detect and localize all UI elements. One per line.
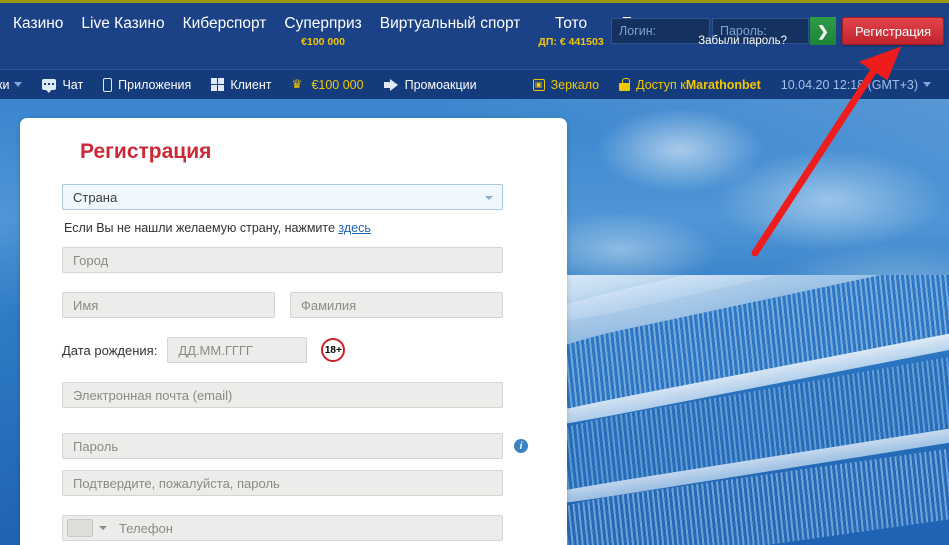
phone-row: Телефон — [62, 515, 539, 541]
birthdate-input[interactable] — [167, 337, 308, 363]
page-title: Регистрация — [80, 140, 212, 163]
nav-label: Казино — [13, 15, 64, 32]
firstname-input[interactable] — [62, 292, 275, 318]
chevron-down-icon — [99, 526, 107, 530]
chevron-down-icon — [485, 196, 493, 200]
subnav-item-access[interactable]: Доступ к Marathonbet — [609, 70, 771, 100]
email-row — [62, 382, 539, 408]
subnav-item-mirror[interactable]: ▣ Зеркало — [523, 70, 610, 100]
subnav-label: йки — [0, 77, 10, 92]
password-row: i — [62, 433, 539, 459]
page-root: Казино Live Казино Киберспорт Суперприз … — [0, 0, 949, 545]
login-input[interactable] — [611, 18, 710, 44]
phone-icon — [103, 77, 113, 92]
background-stadium — [560, 275, 949, 545]
chat-icon — [42, 79, 57, 93]
country-row: Страна — [62, 184, 539, 210]
nav-item-esports[interactable]: Киберспорт — [174, 3, 276, 33]
age-restriction-badge: 18+ — [321, 338, 346, 362]
nav-label: Виртуальный спорт — [379, 15, 521, 32]
subnav-item-settings[interactable]: йки — [0, 70, 32, 100]
nav-label: Киберспорт — [182, 15, 267, 32]
subnav-label: Чат — [62, 77, 84, 92]
nav-label: Суперприз — [284, 15, 362, 32]
subnav-label: Клиент — [230, 77, 272, 92]
phone-placeholder: Телефон — [119, 520, 173, 536]
country-hint: Если Вы не нашли желаемую страну, нажмит… — [64, 221, 539, 235]
nav-item-casino[interactable]: Казино — [4, 3, 72, 33]
info-icon[interactable]: i — [514, 439, 528, 453]
subnav-label: €100 000 — [311, 77, 364, 92]
country-hint-text: Если Вы не нашли желаемую страну, нажмит… — [64, 221, 339, 235]
nav-label: Live Казино — [81, 15, 165, 32]
subnav-datetime[interactable]: 10.04.20 12:18 (GMT+3) — [771, 70, 941, 100]
nav-item-virtual-sports[interactable]: Виртуальный спорт — [371, 3, 530, 33]
phone-field[interactable]: Телефон — [62, 515, 503, 541]
country-flag-select[interactable] — [67, 519, 93, 537]
mirror-icon: ▣ — [532, 78, 545, 91]
nav-sublabel-toto-amount: ДП: € 441503 — [538, 36, 604, 48]
megaphone-icon — [383, 78, 399, 91]
country-select[interactable]: Страна — [62, 184, 503, 210]
nav-item-live-casino[interactable]: Live Казино — [72, 3, 173, 33]
subnav-item-jackpot[interactable]: ♛ €100 000 — [281, 70, 373, 100]
city-row — [62, 247, 539, 273]
subnav-label: Промоакции — [404, 77, 477, 92]
subnav-access-prefix: Доступ к — [636, 77, 686, 92]
city-input[interactable] — [62, 247, 503, 273]
nav-label: Тото — [555, 15, 588, 32]
datetime-label: 10.04.20 12:18 (GMT+3) — [780, 77, 918, 92]
subnav-label: Приложения — [118, 77, 192, 92]
password-input[interactable] — [62, 433, 503, 459]
secondary-nav-right: ▣ Зеркало Доступ к Marathonbet 10.04.20 … — [523, 70, 949, 100]
top-accent-line — [0, 0, 949, 3]
country-hint-link[interactable]: здесь — [338, 221, 370, 235]
subnav-item-apps[interactable]: Приложения — [93, 70, 201, 100]
nav-item-superprize[interactable]: Суперприз €100 000 — [275, 3, 370, 48]
chevron-down-icon — [923, 82, 931, 87]
registration-panel: Регистрация Страна Если Вы не нашли жела… — [20, 118, 567, 545]
email-input[interactable] — [62, 382, 503, 408]
lock-icon — [619, 78, 631, 91]
secondary-navigation-bar: йки Чат Приложения Клиент ♛ €100 000 — [0, 69, 949, 99]
subnav-item-client[interactable]: Клиент — [201, 70, 281, 100]
register-button[interactable]: Регистрация — [842, 17, 944, 45]
primary-navigation-bar: Казино Live Казино Киберспорт Суперприз … — [0, 3, 949, 69]
subnav-item-promotions[interactable]: Промоакции — [374, 70, 487, 100]
jackpot-icon: ♛ — [291, 77, 303, 91]
subnav-access-brand: Marathonbet — [685, 77, 761, 92]
password-confirm-input[interactable] — [62, 470, 503, 496]
secondary-nav-left: йки Чат Приложения Клиент ♛ €100 000 — [0, 70, 487, 100]
chevron-down-icon — [14, 82, 23, 87]
nav-sublabel-superprize-amount: €100 000 — [301, 36, 345, 48]
login-submit-button[interactable]: ❯ — [810, 17, 836, 45]
lastname-input[interactable] — [290, 292, 503, 318]
subnav-label: Зеркало — [550, 77, 600, 92]
country-select-value: Страна — [73, 189, 118, 205]
stadium-blue-tint — [560, 275, 949, 545]
birthdate-row: Дата рождения: 18+ — [62, 337, 539, 363]
primary-nav-items: Казино Live Казино Киберспорт Суперприз … — [0, 3, 675, 69]
name-row — [62, 292, 539, 318]
subnav-item-chat[interactable]: Чат — [32, 70, 93, 100]
nav-item-toto[interactable]: Тото ДП: € 441503 — [529, 3, 612, 48]
birthdate-label: Дата рождения: — [62, 342, 158, 358]
password-confirm-row — [62, 470, 539, 496]
windows-icon — [211, 78, 225, 91]
forgot-password-link[interactable]: Забыли пароль? — [698, 35, 787, 47]
